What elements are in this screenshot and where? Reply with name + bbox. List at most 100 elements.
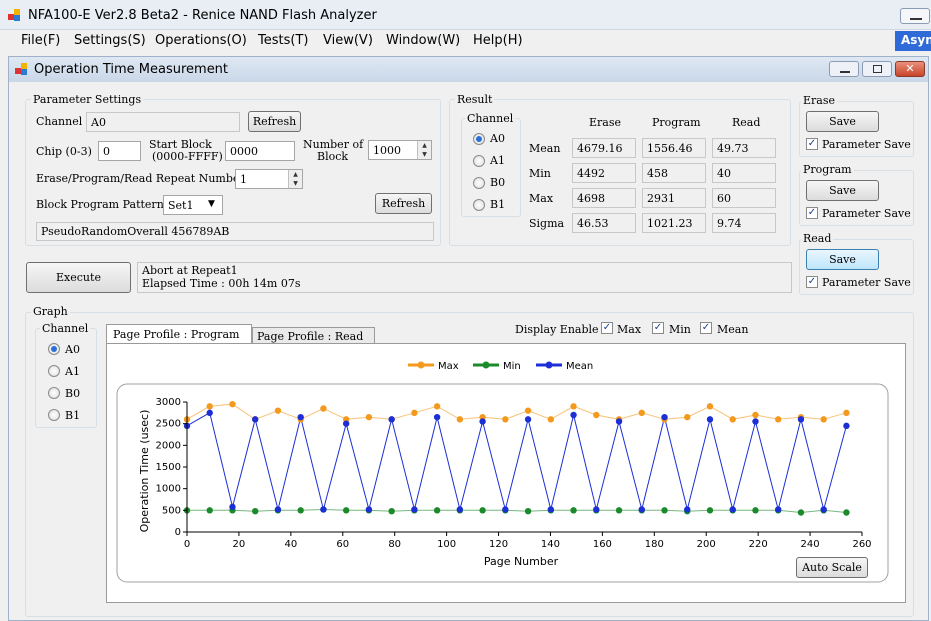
program-save-button[interactable]: Save [806, 180, 879, 201]
max-erase: 4698 [572, 188, 636, 208]
program-save-title: Program [801, 163, 854, 176]
menu-tests[interactable]: Tests(T) [258, 33, 308, 48]
erase-save-button[interactable]: Save [806, 111, 879, 132]
max-point [502, 416, 509, 423]
menu-operations[interactable]: Operations(O) [155, 33, 247, 48]
y-tick-label: 1500 [156, 462, 181, 473]
read-save-title: Read [801, 232, 834, 245]
row-sigma-label: Sigma [529, 217, 565, 230]
mean-point [206, 409, 213, 417]
program-param-save-checkbox[interactable]: ✓ [806, 207, 818, 219]
tab-page-profile-read[interactable]: Page Profile : Read [252, 327, 375, 344]
menu-help[interactable]: Help(H) [473, 33, 523, 48]
start-block-range-label: (0000-FFFF) [152, 150, 223, 163]
chip-label: Chip (0-3) [36, 145, 92, 158]
graph-radio-a0-label: A0 [65, 343, 80, 356]
mean-point [615, 418, 623, 425]
refresh-button[interactable]: Refresh [248, 111, 301, 132]
min-point [433, 507, 441, 514]
start-block-input[interactable]: 0000 [225, 141, 295, 161]
min-point [843, 509, 850, 516]
erase-save-title: Erase [801, 94, 838, 107]
repeat-spinner[interactable]: ▲ ▼ [288, 170, 302, 188]
auto-scale-button[interactable]: Auto Scale [796, 557, 868, 578]
pattern-text: PseudoRandomOverall 456789AB [36, 222, 434, 241]
col-erase-header: Erase [589, 116, 622, 129]
legend-marker [545, 361, 553, 369]
x-tick-label: 100 [437, 539, 456, 550]
async-tab[interactable]: Asyn [895, 31, 931, 51]
tab-page-profile-program[interactable]: Page Profile : Program [106, 324, 252, 344]
x-tick-label: 40 [284, 539, 297, 550]
mean-point [274, 506, 282, 513]
x-tick-label: 80 [388, 539, 401, 550]
graph-radio-a1[interactable] [48, 365, 60, 377]
result-radio-b0[interactable] [473, 177, 485, 189]
display-min-checkbox[interactable]: ✓ [652, 322, 664, 334]
x-axis-label: Page Number [484, 555, 559, 568]
chip-input[interactable]: 0 [98, 141, 141, 161]
max-point [524, 407, 532, 414]
display-max-checkbox[interactable]: ✓ [601, 322, 613, 334]
menu-settings[interactable]: Settings(S) [74, 33, 146, 48]
result-radio-a0-label: A0 [490, 132, 505, 145]
chart-frame [116, 383, 889, 583]
max-point [843, 409, 850, 417]
x-tick-label: 180 [645, 539, 664, 550]
mean-point [638, 506, 645, 513]
erase-param-save-checkbox[interactable]: ✓ [806, 138, 818, 150]
execute-button[interactable]: Execute [26, 262, 131, 293]
refresh-pattern-button[interactable]: Refresh [375, 193, 432, 214]
graph-radio-a0[interactable] [48, 343, 60, 355]
child-title: Operation Time Measurement [34, 62, 229, 77]
display-mean-checkbox[interactable]: ✓ [700, 322, 712, 334]
minimize-button[interactable] [900, 8, 930, 24]
max-point [820, 416, 827, 423]
mean-point [388, 416, 395, 423]
mean-point [252, 416, 259, 423]
graph-radio-b1[interactable] [48, 409, 60, 421]
min-point [342, 507, 350, 514]
display-max-label: Max [617, 323, 642, 336]
x-tick-label: 120 [489, 539, 508, 550]
max-program: 2931 [642, 188, 706, 208]
chevron-down-icon[interactable]: ▼ [208, 199, 215, 209]
max-point [411, 409, 418, 417]
row-min-label: Min [529, 167, 551, 180]
menu-file[interactable]: File(F) [21, 33, 60, 48]
x-tick-label: 160 [593, 539, 612, 550]
mean-point [593, 506, 600, 513]
x-tick-label: 220 [749, 539, 768, 550]
read-param-save-checkbox[interactable]: ✓ [806, 276, 818, 288]
min-point [615, 507, 623, 514]
x-tick-label: 140 [541, 539, 560, 550]
mean-point [456, 506, 464, 513]
result-radio-a1[interactable] [473, 155, 485, 167]
min-point [388, 508, 395, 515]
status-line-1: Abort at Repeat1 [142, 264, 238, 277]
x-tick-label: 0 [184, 539, 190, 550]
menu-view[interactable]: View(V) [323, 33, 373, 48]
mean-point [752, 418, 759, 425]
child-close-button[interactable]: ✕ [895, 61, 925, 77]
child-minimize-button[interactable] [829, 61, 859, 77]
graph-radio-b0[interactable] [48, 387, 60, 399]
number-of-block-spinner[interactable]: ▲ ▼ [417, 141, 431, 159]
y-tick-label: 2000 [156, 440, 181, 451]
result-radio-b1-label: B1 [490, 198, 506, 211]
max-read: 60 [712, 188, 776, 208]
read-save-button[interactable]: Save [806, 249, 879, 270]
menu-window[interactable]: Window(W) [386, 33, 460, 48]
max-point [547, 416, 555, 423]
min-point [706, 507, 714, 514]
mean-program: 1556.46 [642, 138, 706, 158]
result-radio-b1[interactable] [473, 199, 485, 211]
y-tick-label: 0 [175, 527, 181, 538]
mean-point [502, 506, 509, 513]
sigma-program: 1021.23 [642, 213, 706, 233]
result-radio-a0[interactable] [473, 133, 485, 145]
child-restore-button[interactable] [862, 61, 892, 77]
mean-point [775, 506, 782, 513]
result-title: Result [455, 93, 495, 106]
graph-radio-b0-label: B0 [65, 387, 81, 400]
